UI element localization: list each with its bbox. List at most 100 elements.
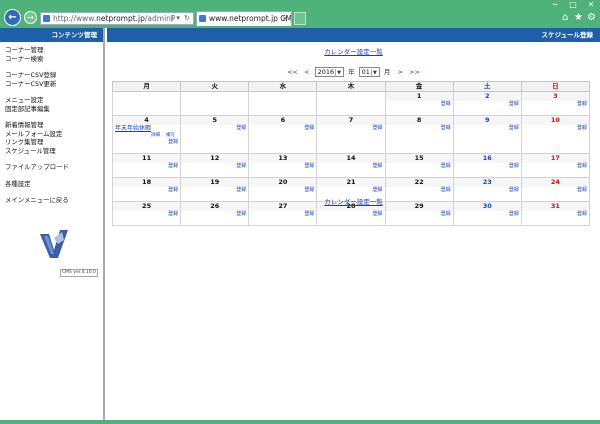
register-link[interactable]: 登録 bbox=[386, 125, 453, 132]
register-link[interactable]: 登録 bbox=[522, 125, 589, 132]
sidebar-item[interactable]: コーナーCSV登録 bbox=[0, 71, 103, 80]
calendar-day-cell: 9 登録 bbox=[452, 115, 522, 154]
calendar-day-cell: 7 登録 bbox=[316, 115, 386, 154]
sidebar-item[interactable]: ファイルアップロード bbox=[0, 163, 103, 172]
register-link[interactable]: 登録 bbox=[454, 211, 521, 218]
register-link[interactable]: 登録 bbox=[386, 163, 453, 170]
cell-spacer bbox=[317, 218, 384, 225]
calendar-day-cell: 11 登録 bbox=[111, 153, 182, 178]
cell-spacer bbox=[386, 132, 453, 139]
schedule-event-link[interactable]: 年末年始休暇 bbox=[113, 125, 180, 133]
cell-spacer bbox=[386, 108, 453, 115]
sidebar-group: コーナーCSV登録 コーナーCSV更新 bbox=[0, 71, 103, 88]
register-link[interactable]: 登録 bbox=[181, 163, 248, 170]
cell-spacer bbox=[522, 132, 589, 139]
day-number: 12 bbox=[181, 154, 249, 163]
event-detail-link[interactable]: 詳細 bbox=[151, 133, 160, 138]
address-tools[interactable]: ⚲▾ ↻ bbox=[170, 13, 191, 24]
window-controls: ─ □ ✕ bbox=[546, 0, 600, 10]
calendar-day-cell: 15 登録 bbox=[384, 153, 454, 178]
sidebar-item[interactable]: 各種設定 bbox=[0, 180, 103, 189]
address-bar[interactable]: http://www.netprompt.jp/admin/ ⚲▾ ↻ bbox=[40, 12, 194, 25]
sidebar-item[interactable]: 新着情報管理 bbox=[0, 121, 103, 130]
register-link[interactable]: 登録 bbox=[522, 101, 589, 108]
register-link[interactable]: 登録 bbox=[317, 125, 384, 132]
year-select[interactable]: 2016 ▼ bbox=[314, 67, 345, 77]
register-link[interactable]: 登録 bbox=[454, 125, 521, 132]
sidebar-item[interactable]: コーナー検索 bbox=[0, 55, 103, 64]
weekday-header: 月 bbox=[111, 81, 182, 92]
register-link[interactable]: 登録 bbox=[317, 163, 384, 170]
sidebar-item[interactable]: メニュー設定 bbox=[0, 96, 103, 105]
register-link[interactable]: 登録 bbox=[317, 187, 384, 194]
calendar-empty-cell bbox=[180, 91, 250, 116]
sidebar-item[interactable]: リンク集管理 bbox=[0, 138, 103, 147]
year-value: 2016 bbox=[317, 68, 335, 76]
forward-button[interactable]: → bbox=[24, 11, 37, 24]
day-number: 4 bbox=[113, 116, 181, 125]
tab-title: www.netprompt.jp CMS4 bbox=[209, 14, 292, 23]
register-link[interactable]: 登録 bbox=[317, 211, 384, 218]
register-link[interactable]: 登録 bbox=[522, 187, 589, 194]
cell-spacer bbox=[522, 218, 589, 225]
register-link[interactable]: 登録 bbox=[386, 187, 453, 194]
new-tab-button[interactable] bbox=[294, 12, 306, 25]
sidebar: コンテンツ管理 コーナー管理 コーナー検索 コーナーCSV登録 コーナーCSV更新 メニ… bbox=[0, 28, 105, 420]
minimize-icon[interactable]: ─ bbox=[546, 0, 564, 10]
register-link[interactable]: 登録 bbox=[249, 187, 316, 194]
register-link[interactable]: 登録 bbox=[181, 187, 248, 194]
register-link[interactable]: 登録 bbox=[386, 211, 453, 218]
browser-tab[interactable]: www.netprompt.jp CMS4 ✕ bbox=[196, 11, 292, 26]
back-button[interactable]: ← bbox=[4, 9, 21, 26]
prev-month-button[interactable]: < bbox=[304, 68, 309, 76]
calendar-settings-link-bottom[interactable]: カレンダー設定一覧 bbox=[107, 196, 600, 206]
sidebar-item[interactable]: メールフォーム設定 bbox=[0, 130, 103, 139]
day-number: 11 bbox=[113, 154, 181, 163]
register-link[interactable]: 登録 bbox=[181, 211, 248, 218]
day-number: 8 bbox=[385, 116, 453, 125]
sidebar-item[interactable]: メインメニューに戻る bbox=[0, 196, 103, 205]
cell-spacer bbox=[386, 170, 453, 177]
register-link[interactable]: 登録 bbox=[181, 125, 248, 132]
cell-spacer bbox=[249, 132, 316, 139]
register-link[interactable]: 登録 bbox=[386, 101, 453, 108]
day-number: 21 bbox=[317, 178, 385, 187]
next-month-button[interactable]: > bbox=[397, 68, 402, 76]
sidebar-item[interactable]: 固定部記事編集 bbox=[0, 105, 103, 114]
next-year-button[interactable]: >> bbox=[409, 68, 420, 76]
calendar-day-cell: 2 登録 bbox=[452, 91, 522, 116]
weekday-header: 木 bbox=[316, 81, 386, 92]
cell-spacer bbox=[181, 170, 248, 177]
calendar-day-cell: 10 登録 bbox=[520, 115, 591, 154]
register-link[interactable]: 登録 bbox=[454, 187, 521, 194]
register-link[interactable]: 登録 bbox=[113, 187, 180, 194]
sidebar-item[interactable]: コーナー管理 bbox=[0, 46, 103, 55]
weekday-header: 火 bbox=[180, 81, 250, 92]
month-select[interactable]: 01 ▼ bbox=[358, 67, 380, 77]
maximize-icon[interactable]: □ bbox=[564, 0, 582, 10]
calendar-week-row: 1 登録 2 登録 3 登録 bbox=[111, 91, 591, 116]
event-copy-link[interactable]: 複写 bbox=[166, 133, 175, 138]
sidebar-group: 新着情報管理 メールフォーム設定 リンク集管理 スケジュール管理 bbox=[0, 121, 103, 155]
register-link[interactable]: 登録 bbox=[249, 125, 316, 132]
sidebar-item[interactable]: スケジュール管理 bbox=[0, 147, 103, 156]
register-link[interactable]: 登録 bbox=[454, 163, 521, 170]
sidebar-item[interactable]: コーナーCSV更新 bbox=[0, 80, 103, 89]
register-link[interactable]: 登録 bbox=[113, 163, 180, 170]
calendar-settings-link-top[interactable]: カレンダー設定一覧 bbox=[107, 46, 600, 56]
register-link[interactable]: 登録 bbox=[249, 211, 316, 218]
settings-gear-icon[interactable]: ⚙ bbox=[587, 13, 596, 23]
favorites-star-icon[interactable]: ★ bbox=[574, 13, 583, 23]
calendar-empty-cell bbox=[111, 91, 182, 116]
register-link[interactable]: 登録 bbox=[113, 211, 180, 218]
tab-close-icon[interactable]: ✕ bbox=[282, 12, 288, 26]
prev-year-button[interactable]: << bbox=[287, 68, 298, 76]
register-link[interactable]: 登録 bbox=[113, 139, 180, 146]
home-icon[interactable]: ⌂ bbox=[562, 13, 568, 23]
register-link[interactable]: 登録 bbox=[522, 211, 589, 218]
register-link[interactable]: 登録 bbox=[454, 101, 521, 108]
page-title: スケジュール登録 bbox=[107, 28, 600, 42]
register-link[interactable]: 登録 bbox=[522, 163, 589, 170]
close-icon[interactable]: ✕ bbox=[582, 0, 600, 10]
register-link[interactable]: 登録 bbox=[249, 163, 316, 170]
